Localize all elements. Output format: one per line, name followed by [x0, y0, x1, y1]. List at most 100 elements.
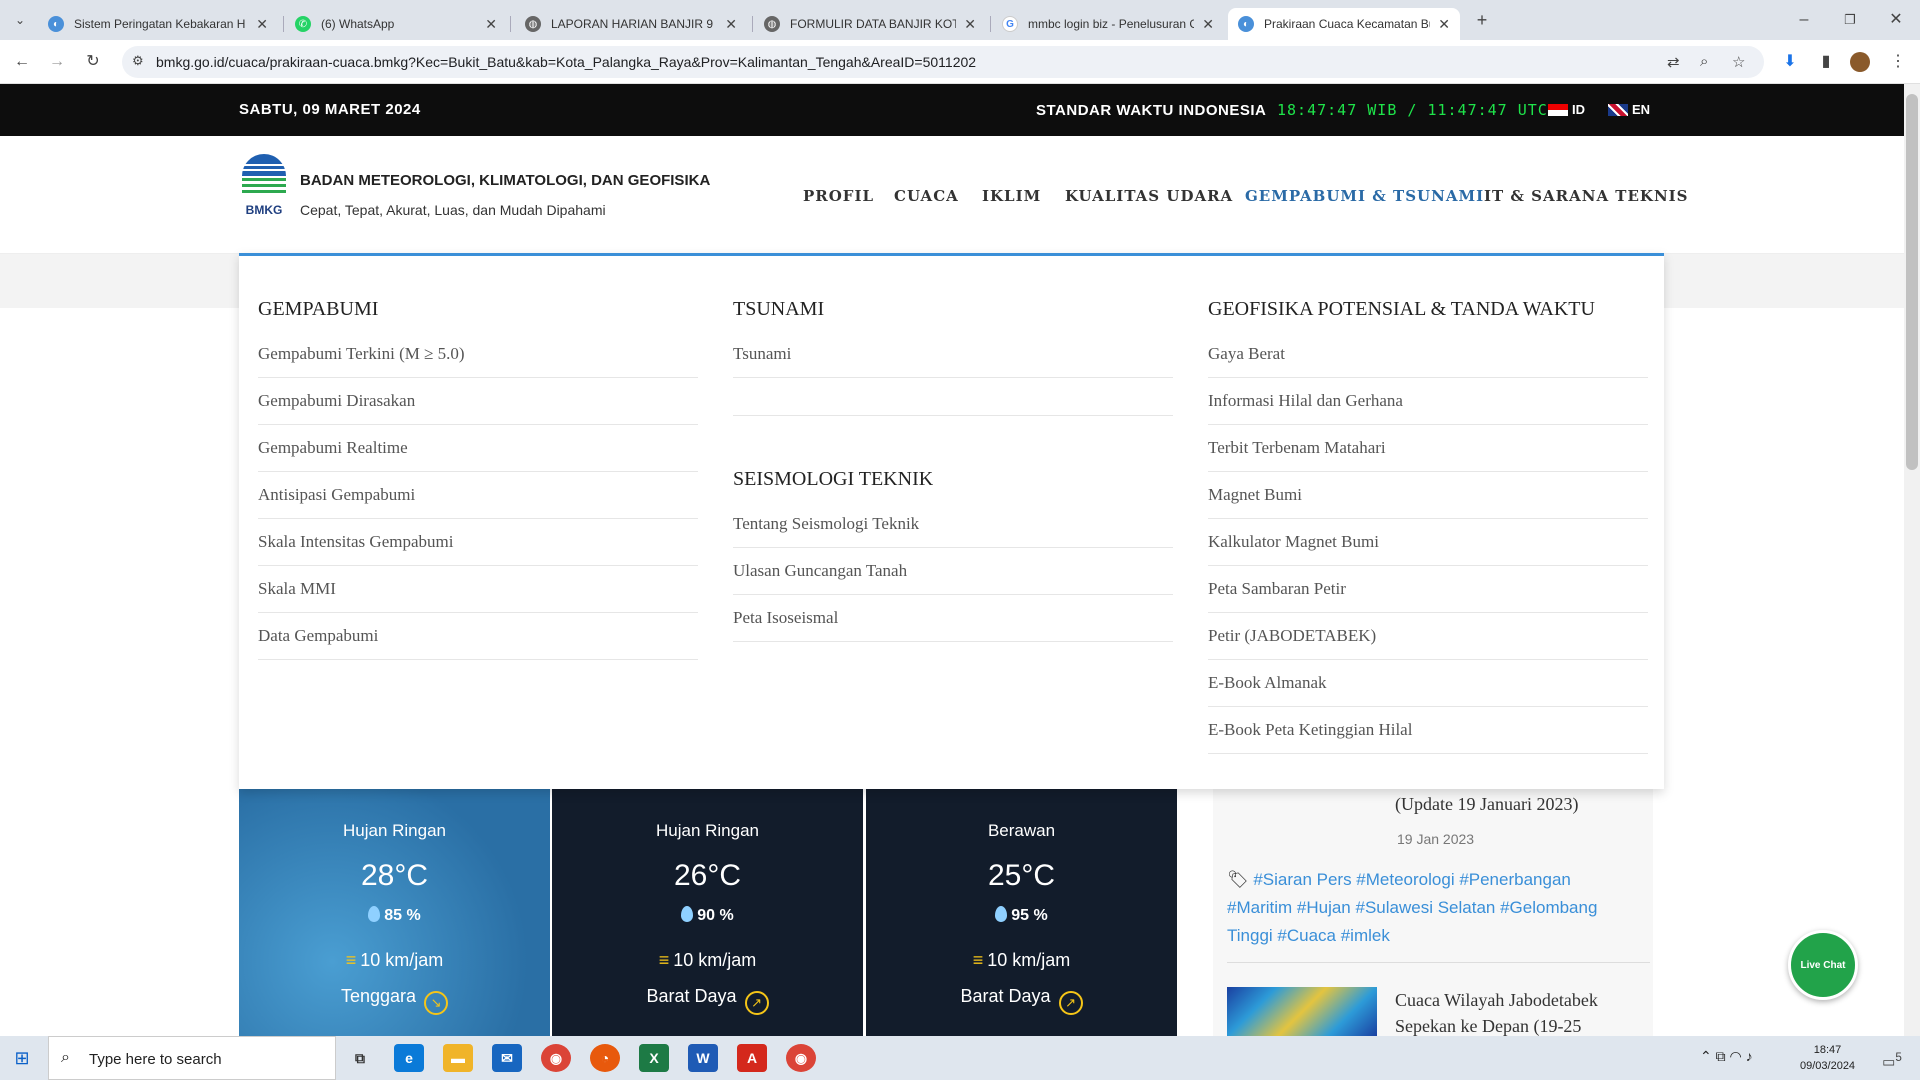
minimize-button[interactable]: –	[1792, 8, 1816, 32]
menu-item[interactable]: E-Book Almanak	[1208, 660, 1648, 707]
menu-item[interactable]: Skala Intensitas Gempabumi	[258, 519, 698, 566]
download-icon[interactable]: ⬇	[1778, 50, 1802, 74]
menu-item[interactable]: Tsunami	[733, 331, 1173, 378]
system-tray[interactable]: ⌃ ⧉ ◠ ♪	[1700, 1048, 1753, 1065]
tag-icon: 🏷	[1227, 870, 1254, 889]
nav-iklim[interactable]: IKLIM	[982, 187, 1041, 205]
globe-icon: ◍	[764, 16, 780, 32]
menu-item[interactable]: E-Book Peta Ketinggian Hilal	[1208, 707, 1648, 754]
zoom-icon[interactable]: ⌕	[1700, 53, 1708, 70]
translate-icon[interactable]: ⇄	[1667, 53, 1680, 71]
browser-tab[interactable]: ◍ FORMULIR DATA BANJIR KOTA ✕	[754, 8, 986, 40]
menu-item[interactable]: Kalkulator Magnet Bumi	[1208, 519, 1648, 566]
browser-tab[interactable]: ✆ (6) WhatsApp ✕	[285, 8, 507, 40]
site-info-icon[interactable]: ⚙	[132, 53, 144, 69]
menu-item[interactable]: Gempabumi Dirasakan	[258, 378, 698, 425]
acrobat-icon[interactable]: A	[737, 1044, 767, 1072]
address-bar[interactable]: ⚙ bmkg.go.id/cuaca/prakiraan-cuaca.bmkg?…	[122, 46, 1764, 78]
close-icon[interactable]: ✕	[485, 16, 497, 33]
nav-cuaca[interactable]: CUACA	[894, 187, 959, 205]
close-icon[interactable]: ✕	[1438, 16, 1450, 33]
mail-icon[interactable]: ✉	[492, 1044, 522, 1072]
close-icon[interactable]: ✕	[725, 16, 737, 33]
word-icon[interactable]: W	[688, 1044, 718, 1072]
divider	[1227, 962, 1650, 963]
back-button[interactable]: ←	[10, 50, 34, 74]
menu-item[interactable]: Informasi Hilal dan Gerhana	[1208, 378, 1648, 425]
live-chat-button[interactable]: Live Chat	[1788, 930, 1858, 1000]
standard-time-label: STANDAR WAKTU INDONESIA	[1036, 102, 1267, 119]
nav-kualitas-udara[interactable]: KUALITAS UDARA	[1065, 187, 1233, 205]
bmkg-logo[interactable]: BMKG	[239, 154, 289, 217]
lang-en-link[interactable]: EN	[1608, 102, 1650, 117]
notification-icon[interactable]: ▭5	[1880, 1046, 1904, 1070]
humidity-drop-icon	[368, 906, 381, 922]
chrome-profile-icon[interactable]: ◉	[786, 1044, 816, 1072]
windows-start-icon[interactable]: ⊞	[10, 1046, 34, 1070]
menu-item[interactable]: Peta Isoseismal	[733, 595, 1173, 642]
menu-item[interactable]: Ulasan Guncangan Tanah	[733, 548, 1173, 595]
file-explorer-icon[interactable]: ▬	[443, 1044, 473, 1072]
menu-kebab-icon[interactable]: ⋮	[1886, 50, 1910, 74]
taskbar-search[interactable]: ⌕ Type here to search	[48, 1036, 336, 1080]
excel-icon[interactable]: X	[639, 1044, 669, 1072]
brand-name: BADAN METEOROLOGI, KLIMATOLOGI, DAN GEOF…	[300, 172, 711, 189]
close-icon[interactable]: ✕	[256, 16, 268, 33]
menu-item[interactable]: Magnet Bumi	[1208, 472, 1648, 519]
menu-item[interactable]: Skala MMI	[258, 566, 698, 613]
nav-profil[interactable]: PROFIL	[803, 187, 874, 205]
reload-button[interactable]: ↻	[81, 50, 105, 74]
chrome-icon[interactable]: ◉	[541, 1044, 571, 1072]
firefox-icon[interactable]: ◔	[590, 1044, 620, 1072]
taskbar-clock[interactable]: 18:47 09/03/2024	[1800, 1042, 1855, 1074]
menu-item-empty	[733, 378, 1173, 416]
close-window-button[interactable]: ✕	[1884, 8, 1908, 32]
menu-item[interactable]: Gempabumi Realtime	[258, 425, 698, 472]
scrollbar-thumb[interactable]	[1906, 94, 1918, 470]
windows-taskbar: ⊞ ⌕ Type here to search ⧉ e ▬ ✉ ◉ ◔ X W …	[0, 1036, 1920, 1080]
browser-tab[interactable]: ◐ Sistem Peringatan Kebakaran H ✕	[38, 8, 278, 40]
bookmark-star-icon[interactable]: ☆	[1732, 53, 1745, 71]
close-icon[interactable]: ✕	[1202, 16, 1214, 33]
restore-button[interactable]: ❐	[1838, 8, 1862, 32]
menu-item[interactable]: Gempabumi Terkini (M ≥ 5.0)	[258, 331, 698, 378]
mega-menu-gempabumi: GEMPABUMI Gempabumi Terkini (M ≥ 5.0) Ge…	[239, 253, 1664, 789]
browser-tab-active[interactable]: ◐ Prakiraan Cuaca Kecamatan Bu ✕	[1228, 8, 1460, 40]
browser-tab[interactable]: ◍ LAPORAN HARIAN BANJIR 9 M ✕	[515, 8, 747, 40]
browser-tab-bar: ⌄ ◐ Sistem Peringatan Kebakaran H ✕ ✆ (6…	[0, 0, 1920, 40]
forecast-card[interactable]: Hujan Ringan 28°C 85 % ≡ 10 km/jam Tengga…	[239, 789, 550, 1036]
side-panel-icon[interactable]: ▮	[1814, 50, 1838, 74]
new-tab-button[interactable]: +	[1470, 8, 1494, 32]
humidity-drop-icon	[681, 906, 694, 922]
close-icon[interactable]: ✕	[964, 16, 976, 33]
news-tags: 🏷 #Siaran Pers #Meteorologi #Penerbangan…	[1227, 870, 1598, 945]
menu-item[interactable]: Antisipasi Gempabumi	[258, 472, 698, 519]
menu-item[interactable]: Tentang Seismologi Teknik	[733, 501, 1173, 548]
menu-item[interactable]: Petir (JABODETABEK)	[1208, 613, 1648, 660]
google-icon: G	[1002, 16, 1018, 32]
forward-button[interactable]: →	[45, 50, 69, 74]
news-title[interactable]: Cuaca Wilayah Jabodetabek Sepekan ke Dep…	[1395, 987, 1645, 1039]
forecast-card[interactable]: Hujan Ringan 26°C 90 % ≡ 10 km/jam Barat …	[552, 789, 863, 1036]
menu-item[interactable]: Gaya Berat	[1208, 331, 1648, 378]
site-header: BMKG BADAN METEOROLOGI, KLIMATOLOGI, DAN…	[0, 136, 1904, 254]
menu-item[interactable]: Peta Sambaran Petir	[1208, 566, 1648, 613]
humidity-drop-icon	[995, 906, 1008, 922]
menu-item[interactable]: Data Gempabumi	[258, 613, 698, 660]
uk-flag-icon	[1608, 103, 1628, 116]
news-thumbnail[interactable]	[1227, 987, 1377, 1037]
lang-id-link[interactable]: ID	[1548, 102, 1585, 117]
indonesia-flag-icon	[1548, 103, 1568, 116]
menu-item[interactable]: Terbit Terbenam Matahari	[1208, 425, 1648, 472]
news-date: 19 Jan 2023	[1397, 831, 1475, 847]
task-view-icon[interactable]: ⧉	[345, 1044, 375, 1072]
tab-search-icon[interactable]: ⌄	[8, 8, 32, 32]
profile-avatar[interactable]	[1850, 52, 1870, 72]
news-update-text[interactable]: (Update 19 Januari 2023)	[1395, 794, 1578, 815]
edge-icon[interactable]: e	[394, 1044, 424, 1072]
digital-clock: 18:47:47 WIB / 11:47:47 UTC	[1277, 101, 1548, 119]
nav-it-sarana-teknis[interactable]: IT & SARANA TEKNIS	[1484, 187, 1689, 205]
forecast-card[interactable]: Berawan 25°C 95 % ≡ 10 km/jam Barat Daya ↗	[866, 789, 1177, 1036]
nav-gempabumi-tsunami[interactable]: GEMPABUMI & TSUNAMI	[1245, 187, 1484, 205]
browser-tab[interactable]: G mmbc login biz - Penelusuran G ✕	[992, 8, 1224, 40]
